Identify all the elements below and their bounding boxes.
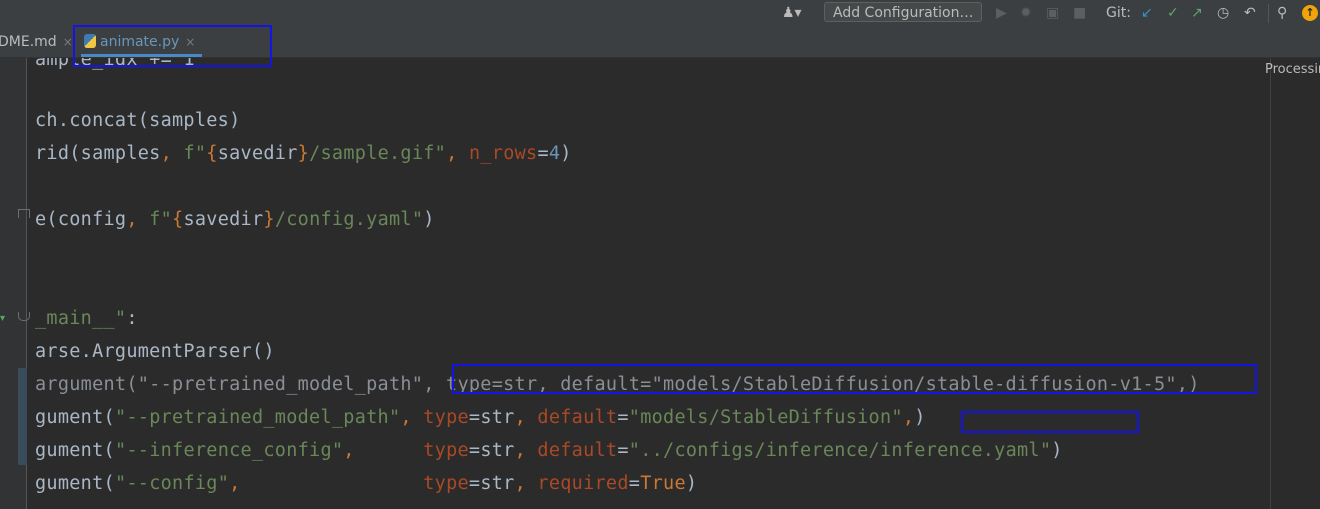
code-token: 4	[548, 143, 561, 164]
rollback-icon[interactable]: ↶	[1244, 5, 1256, 21]
history-icon[interactable]: ◷	[1217, 5, 1229, 21]
update-notification-icon[interactable]: ↑	[1302, 5, 1318, 21]
code-token: savedir	[183, 209, 264, 230]
debug-icon[interactable]: ✹	[1020, 5, 1032, 21]
tab-label: DME.md	[0, 34, 57, 50]
fold-marker-icon[interactable]	[18, 312, 30, 321]
code-line: rid(samples, f"{savedir}/sample.gif", n_…	[35, 137, 572, 170]
code-token: gument(	[35, 440, 115, 461]
git-push-icon[interactable]: ↗	[1191, 5, 1203, 21]
stop-icon[interactable]: ■	[1073, 5, 1086, 21]
code-token: f"	[149, 209, 173, 230]
close-icon[interactable]: ×	[63, 35, 73, 49]
code-token: ,	[514, 473, 538, 494]
code-line: arse.ArgumentParser()	[35, 341, 275, 362]
code-token: gument(	[35, 473, 115, 494]
code-token: e(config	[35, 209, 127, 230]
toolbar-separator	[1268, 4, 1269, 23]
code-token: type	[423, 473, 469, 494]
code-token: {	[206, 143, 218, 164]
code-token: f"	[183, 143, 207, 164]
git-label: Git:	[1106, 5, 1131, 21]
right-tool-panel	[1270, 58, 1320, 509]
code-token: True	[640, 473, 686, 494]
code-token: )	[1051, 440, 1063, 461]
annotation-box-tab	[73, 25, 272, 67]
code-token: ,	[160, 143, 184, 164]
code-token: ,	[514, 407, 538, 428]
code-token: "--pretrained_model_path"	[114, 407, 401, 428]
code-token: type	[423, 440, 469, 461]
code-token: =	[537, 143, 549, 164]
code-token: gument(	[35, 407, 115, 428]
code-token: "models/StableDiffusion"	[628, 407, 903, 428]
code-token: ,	[343, 440, 424, 461]
code-token: _main__"	[35, 308, 127, 329]
code-token: =	[617, 440, 629, 461]
add-configuration-button[interactable]: Add Configuration…	[824, 2, 982, 22]
code-token: ,	[446, 143, 469, 164]
code-line: gument("--pretrained_model_path", type=s…	[35, 401, 926, 434]
code-line: gument("--inference_config", type=str, d…	[35, 434, 1063, 467]
git-commit-icon[interactable]: ✓	[1167, 5, 1179, 21]
code-token: )	[914, 407, 926, 428]
processing-label[interactable]: Processin	[1265, 62, 1320, 77]
code-token: =	[628, 473, 641, 494]
coverage-icon[interactable]: ▣	[1046, 5, 1059, 21]
code-token: }	[297, 143, 310, 164]
code-line: _main__":	[35, 302, 138, 335]
search-icon[interactable]: ⚲	[1277, 5, 1287, 21]
code-token: /sample.gif"	[309, 143, 447, 164]
code-token: )	[560, 143, 572, 164]
code-token: required	[537, 473, 629, 494]
code-token: ,	[400, 407, 424, 428]
fold-marker-icon[interactable]	[18, 209, 30, 218]
code-token: =str	[468, 407, 515, 428]
code-token: ,	[126, 209, 150, 230]
fold-arrow-icon[interactable]: ▾	[0, 313, 5, 324]
code-token: "--config"	[114, 473, 230, 494]
code-editor[interactable]: ample_idx += 1 ch.concat(samples) rid(sa…	[35, 58, 1265, 509]
code-token: =	[617, 407, 629, 428]
code-token: "--inference_config"	[114, 440, 344, 461]
git-update-icon[interactable]: ↙	[1141, 5, 1153, 21]
code-token: default	[537, 407, 618, 428]
code-token: type	[423, 407, 469, 428]
code-token: }	[263, 209, 275, 230]
code-token: rid(samples	[35, 143, 161, 164]
code-token: default	[537, 440, 618, 461]
annotation-box-hint	[452, 364, 1257, 394]
code-line: e(config, f"{savedir}/config.yaml")	[35, 203, 435, 236]
tab-readme[interactable]: DME.md ×	[0, 27, 73, 57]
code-token: )	[685, 473, 698, 494]
main-toolbar: ♟▾ Add Configuration… ▶ ✹ ▣ ■ Git: ↙ ✓ ↗…	[0, 0, 1320, 27]
code-token: ,	[514, 440, 538, 461]
code-token: :	[126, 308, 138, 329]
code-token: {	[172, 209, 184, 230]
changed-line-marker	[18, 368, 27, 465]
code-token: savedir	[217, 143, 298, 164]
code-line: ch.concat(samples)	[35, 110, 241, 131]
code-token: ,	[229, 473, 424, 494]
code-line: gument("--config", type=str, required=Tr…	[35, 467, 697, 500]
code-token: "../configs/inference/inference.yaml"	[628, 440, 1052, 461]
code-token: /config.yaml"	[274, 209, 424, 230]
user-icon[interactable]: ♟▾	[782, 5, 802, 21]
code-token: ,	[902, 407, 915, 428]
code-token: =str	[468, 440, 515, 461]
annotation-box-caret	[961, 411, 1139, 433]
code-token: )	[423, 209, 435, 230]
run-icon[interactable]: ▶	[996, 5, 1007, 21]
code-token: n_rows	[468, 143, 538, 164]
code-token: =str	[468, 473, 515, 494]
